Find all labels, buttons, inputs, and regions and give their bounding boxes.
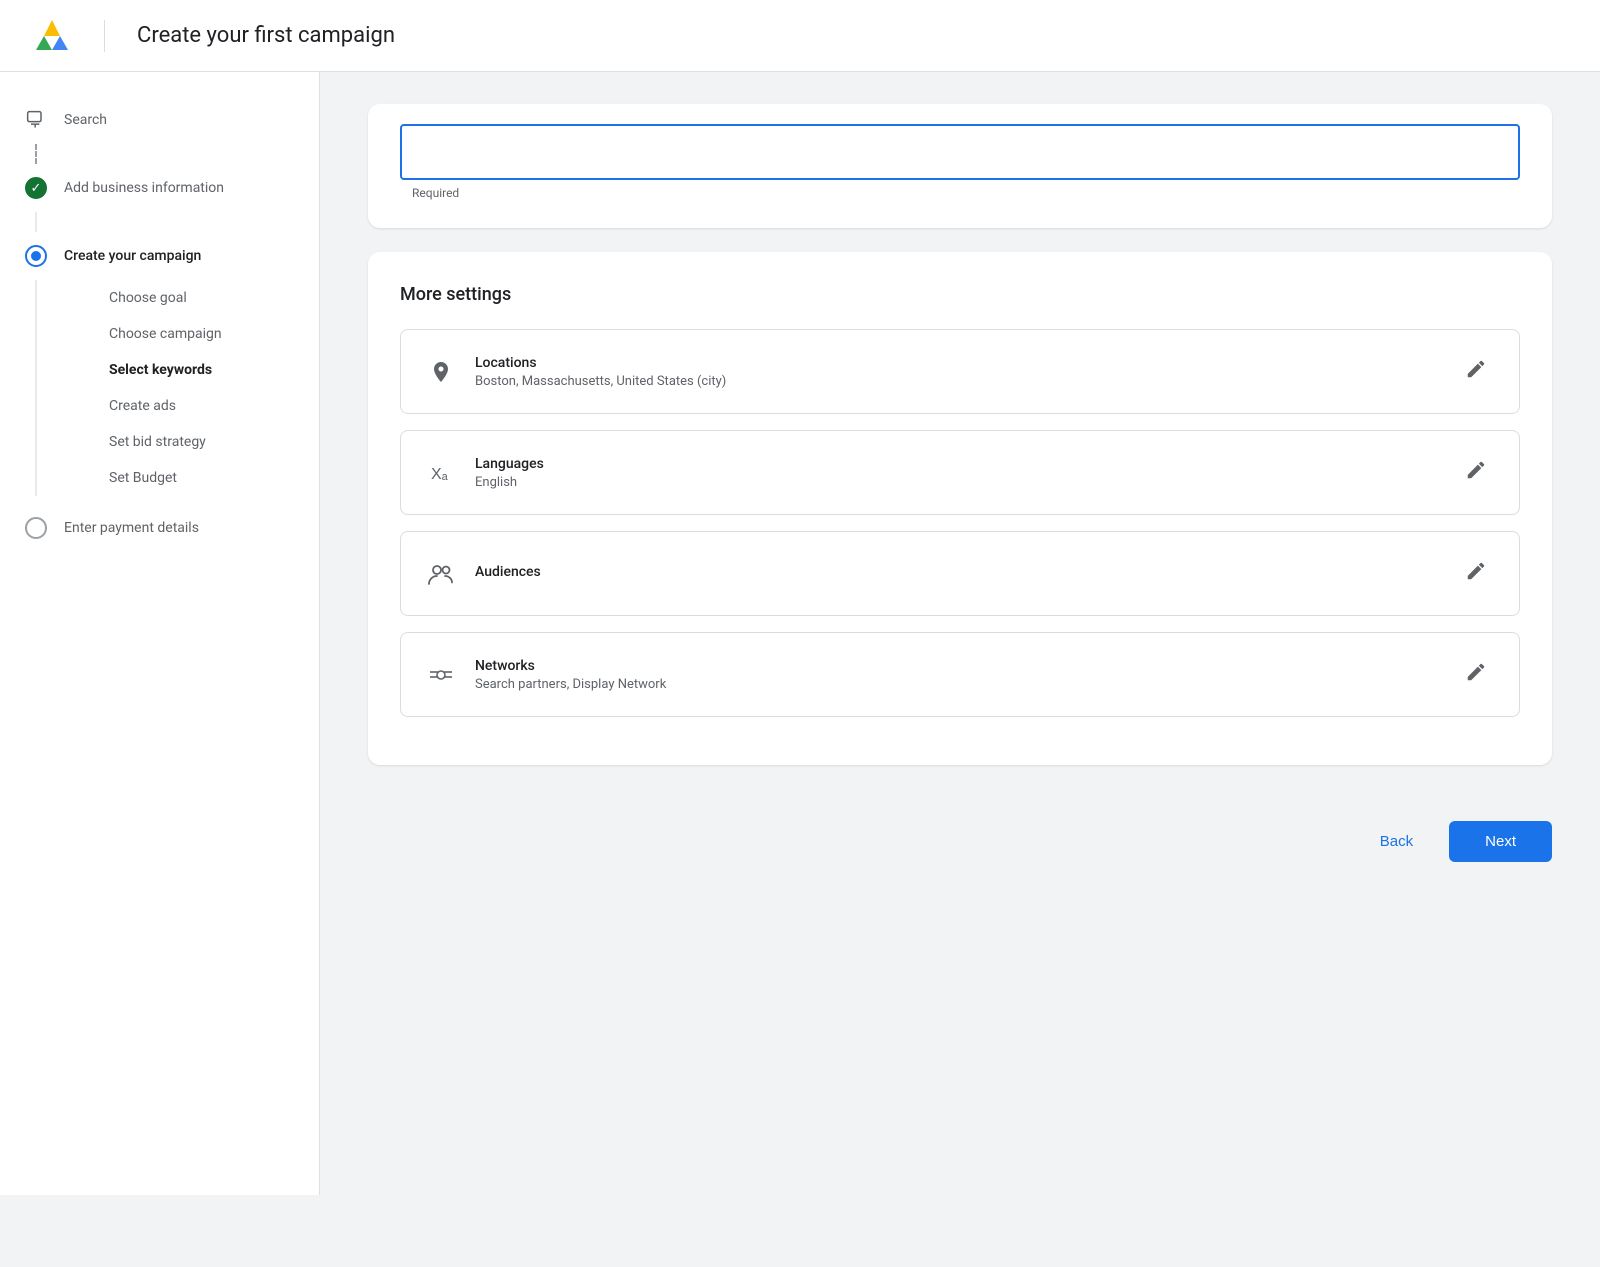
audiences-content: Audiences [475, 564, 1439, 583]
sidebar-subitem-select-keywords[interactable]: Select keywords [101, 352, 319, 388]
header-divider [104, 20, 105, 52]
audiences-icon [425, 558, 457, 590]
next-button[interactable]: Next [1449, 821, 1552, 862]
sidebar-subitem-set-budget[interactable]: Set Budget [101, 460, 319, 496]
networks-subtitle: Search partners, Display Network [475, 677, 1439, 692]
bottom-nav: Back Next [368, 789, 1552, 870]
back-button[interactable]: Back [1360, 823, 1433, 860]
locations-edit-icon[interactable] [1457, 350, 1495, 393]
main-content: Required More settings Locations Boston,… [320, 72, 1600, 1195]
languages-content: Languages English [475, 456, 1439, 490]
audiences-item[interactable]: Audiences [400, 531, 1520, 616]
active-circle-icon [24, 244, 48, 268]
networks-icon [425, 659, 457, 691]
required-input[interactable] [400, 124, 1520, 180]
networks-edit-icon[interactable] [1457, 653, 1495, 696]
logo-area: Create your first campaign [32, 16, 395, 56]
languages-item[interactable]: Xₐ Languages English [400, 430, 1520, 515]
locations-content: Locations Boston, Massachusetts, United … [475, 355, 1439, 389]
layout: Search ✓ Add business information Create… [0, 72, 1600, 1195]
sidebar: Search ✓ Add business information Create… [0, 72, 320, 1195]
sidebar-item-payment[interactable]: Enter payment details [0, 504, 319, 552]
sidebar-solid-connector [35, 212, 37, 232]
sidebar-item-search-label: Search [64, 112, 107, 128]
header: Create your first campaign [0, 0, 1600, 72]
check-circle-icon: ✓ [24, 176, 48, 200]
languages-edit-icon[interactable] [1457, 451, 1495, 494]
locations-title: Locations [475, 355, 1439, 371]
languages-title: Languages [475, 456, 1439, 472]
networks-content: Networks Search partners, Display Networ… [475, 658, 1439, 692]
sidebar-dashed-connector [35, 144, 37, 164]
sidebar-item-campaign-label: Create your campaign [64, 248, 201, 264]
sidebar-item-search[interactable]: Search [0, 96, 319, 144]
locations-subtitle: Boston, Massachusetts, United States (ci… [475, 374, 1439, 389]
sidebar-subitem-choose-campaign[interactable]: Choose campaign [101, 316, 319, 352]
more-settings-title: More settings [400, 284, 1520, 305]
required-label: Required [400, 186, 1520, 200]
search-icon [24, 108, 48, 132]
locations-item[interactable]: Locations Boston, Massachusetts, United … [400, 329, 1520, 414]
svg-text:Xₐ: Xₐ [431, 466, 449, 483]
sidebar-subitem-choose-goal[interactable]: Choose goal [101, 280, 319, 316]
inactive-circle-icon [24, 516, 48, 540]
sidebar-item-payment-label: Enter payment details [64, 520, 199, 536]
sidebar-subitem-create-ads[interactable]: Create ads [101, 388, 319, 424]
campaign-subitems: Choose goal Choose campaign Select keywo… [35, 280, 319, 496]
page-title: Create your first campaign [137, 23, 395, 48]
location-pin-icon [425, 356, 457, 388]
languages-subtitle: English [475, 475, 1439, 490]
audiences-edit-icon[interactable] [1457, 552, 1495, 595]
sidebar-item-business[interactable]: ✓ Add business information [0, 164, 319, 212]
language-icon: Xₐ [425, 457, 457, 489]
required-field-card: Required [368, 104, 1552, 228]
google-ads-logo-icon [32, 16, 72, 56]
sidebar-item-campaign[interactable]: Create your campaign [0, 232, 319, 280]
sidebar-item-business-label: Add business information [64, 180, 224, 196]
more-settings-card: More settings Locations Boston, Massachu… [368, 252, 1552, 765]
networks-title: Networks [475, 658, 1439, 674]
sidebar-subitem-set-bid[interactable]: Set bid strategy [101, 424, 319, 460]
audiences-title: Audiences [475, 564, 1439, 580]
networks-item[interactable]: Networks Search partners, Display Networ… [400, 632, 1520, 717]
